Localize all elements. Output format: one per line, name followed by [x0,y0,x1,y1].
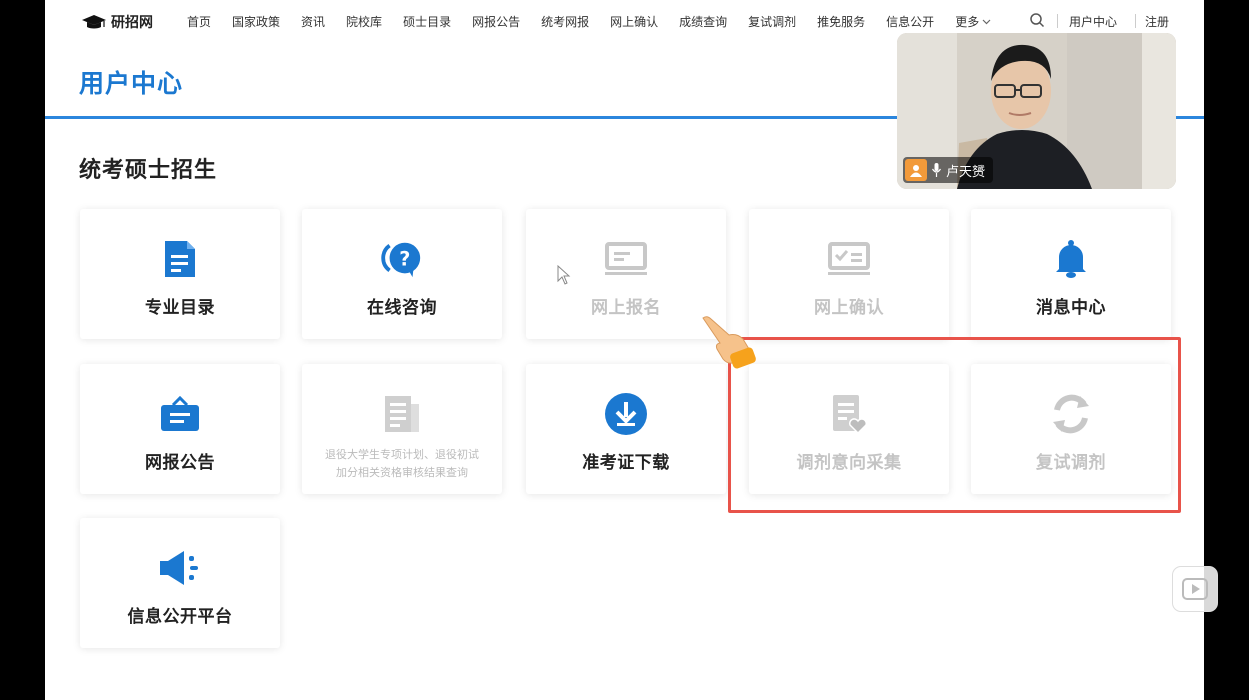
nav-item-announcements[interactable]: 网报公告 [472,13,520,30]
card-label: 专业目录 [145,298,215,318]
nav-item-policy[interactable]: 国家政策 [232,13,280,30]
card-registration-announcement[interactable]: 网报公告 [80,364,280,494]
card-online-consult[interactable]: ? 在线咨询 [302,209,502,339]
site-logo[interactable]: 研招网 [81,12,153,32]
presenter-name: 卢天赟 [946,164,986,180]
card-label: 在线咨询 [367,298,437,318]
nav-item-news[interactable]: 资讯 [301,13,325,30]
card-label: 网上确认 [814,298,884,318]
newspaper-icon [380,392,424,436]
player-play-button[interactable] [1172,566,1218,612]
card-label: 准考证下载 [582,453,670,473]
user-avatar-icon [905,159,927,181]
card-major-catalog[interactable]: 专业目录 [80,209,280,339]
nav-user-center-link[interactable]: 用户中心 [1069,13,1117,30]
download-icon [604,392,648,436]
nav-item-recommendation[interactable]: 推免服务 [817,13,865,30]
nav-item-scores[interactable]: 成绩查询 [679,13,727,30]
section-title: 统考硕士招生 [79,158,218,183]
card-label: 网上报名 [591,298,661,318]
nav-menu: 首页 国家政策 资讯 院校库 硕士目录 网报公告 统考网报 网上确认 成绩查询 … [187,13,991,30]
checkbox-form-icon [827,237,871,281]
chevron-down-icon [982,19,991,24]
card-message-center[interactable]: 消息中心 [971,209,1171,339]
card-online-confirmation[interactable]: 网上确认 [749,209,949,339]
page-title: 用户中心 [79,69,184,98]
card-description: 退役大学生专项计划、退役初试 加分相关资格审核结果查询 [325,446,479,482]
presenter-video: 卢天赟 [897,33,1176,189]
nav-item-confirmation[interactable]: 网上确认 [610,13,658,30]
card-description-line: 加分相关资格审核结果查询 [336,466,468,479]
nav-divider [1057,14,1058,28]
play-icon [1182,578,1208,600]
mouse-cursor-icon [557,265,571,285]
presenter-name-tag: 卢天赟 [903,157,994,183]
nav-more-label: 更多 [955,15,980,29]
card-label: 信息公开平台 [127,607,233,627]
card-label: 消息中心 [1036,298,1106,318]
nav-item-registration[interactable]: 统考网报 [541,13,589,30]
nav-item-adjustment[interactable]: 复试调剂 [748,13,796,30]
mortarboard-icon [82,15,106,29]
nav-item-catalog[interactable]: 硕士目录 [403,13,451,30]
card-info-disclosure-platform[interactable]: 信息公开平台 [80,518,280,648]
pointing-hand-icon [702,316,756,369]
card-veteran-review-query[interactable]: 退役大学生专项计划、退役初试 加分相关资格审核结果查询 [302,364,502,494]
form-icon [604,237,648,281]
nav-item-schools[interactable]: 院校库 [346,13,382,30]
microphone-icon [932,163,941,177]
nav-more[interactable]: 更多 [955,13,991,30]
annotation-highlight-box [728,337,1181,513]
card-admission-ticket-download[interactable]: 准考证下载 [526,364,726,494]
search-icon[interactable] [1029,12,1045,28]
document-icon [158,237,202,281]
nav-divider [1135,14,1136,28]
briefcase-icon [158,392,202,436]
svg-text:?: ? [399,248,410,271]
bell-icon [1049,237,1093,281]
nav-item-disclosure[interactable]: 信息公开 [886,13,934,30]
logo-text: 研招网 [111,15,153,31]
chat-question-icon: ? [380,237,424,281]
card-label: 网报公告 [145,453,215,473]
megaphone-icon [158,546,202,590]
card-online-registration[interactable]: 网上报名 [526,209,726,339]
nav-register-link[interactable]: 注册 [1145,13,1169,30]
nav-item-home[interactable]: 首页 [187,13,211,30]
card-description-line: 退役大学生专项计划、退役初试 [325,448,479,461]
